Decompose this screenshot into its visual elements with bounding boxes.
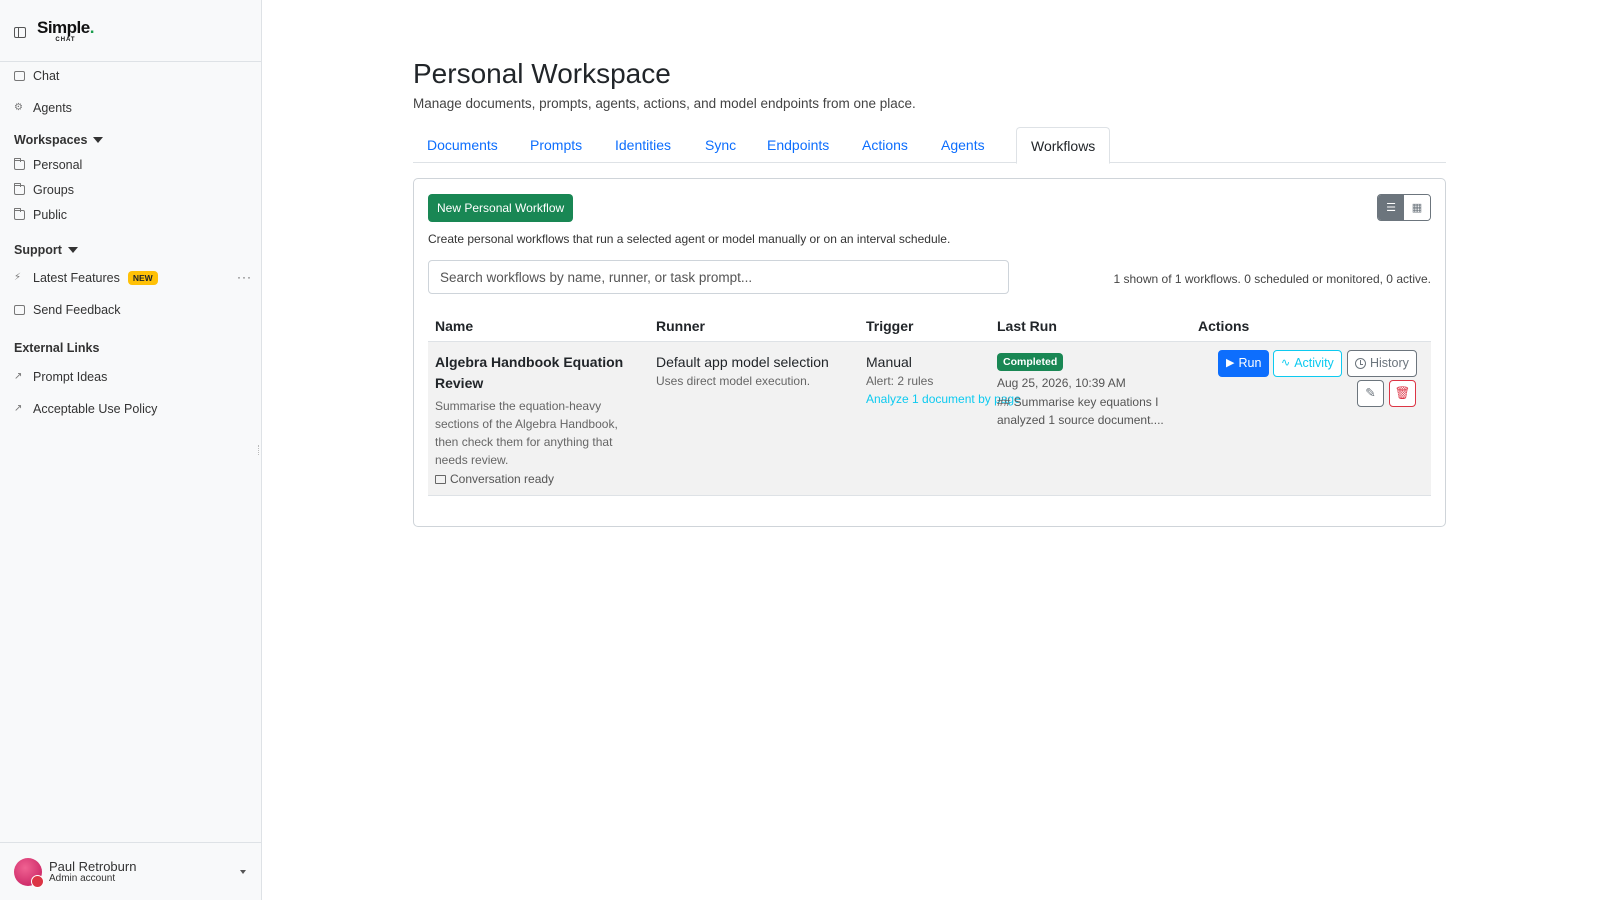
last-run-summary: ## Summarise key equations I analyzed 1 … (997, 395, 1164, 427)
tab-actions[interactable]: Actions (848, 127, 922, 163)
user-role: Admin account (49, 872, 116, 884)
status-badge: Completed (997, 353, 1064, 371)
folder-icon (14, 183, 25, 195)
view-toggle: ☰ ▦ (1377, 194, 1431, 221)
sidebar-item-label: Groups (33, 183, 74, 197)
workspace-tabs: Documents Prompts Identities Sync Endpoi… (413, 127, 1446, 164)
folder-icon (14, 208, 25, 220)
column-header: Name (435, 318, 474, 334)
sidebar-item-label: Send Feedback (33, 303, 121, 317)
list-view-icon[interactable]: ☰ (1378, 195, 1404, 220)
sidebar-item-groups[interactable]: Groups (14, 183, 74, 197)
user-name: Paul Retroburn (49, 858, 137, 874)
tab-identities[interactable]: Identities (601, 127, 685, 163)
user-menu[interactable]: Paul Retroburn Admin account (0, 842, 262, 900)
sidebar-item-personal[interactable]: Personal (14, 158, 82, 172)
tab-workflows[interactable]: Workflows (1016, 127, 1111, 164)
external-link-icon: ↗ (14, 371, 23, 382)
more-options-icon[interactable]: ··· (237, 270, 252, 284)
sidebar-item-send-feedback[interactable]: Send Feedback (14, 303, 121, 317)
name-cell: Algebra Handbook Equation Review Summari… (435, 352, 635, 486)
new-personal-workflow-button[interactable]: New Personal Workflow (428, 194, 574, 222)
runner-detail: Uses direct model execution. (656, 374, 811, 388)
search-input[interactable] (428, 260, 1009, 294)
sidebar-item-label: Acceptable Use Policy (33, 402, 158, 416)
caret-down-icon (93, 137, 104, 143)
caret-down-icon (67, 247, 78, 253)
page-subtitle: Manage documents, prompts, agents, actio… (413, 96, 916, 111)
activity-icon: ∿ (1281, 357, 1291, 369)
sidebar-brand: Simple. CHAT (0, 0, 261, 62)
chat-icon (14, 71, 25, 81)
agents-icon: ⚙ (14, 102, 23, 113)
external-links-heading: External Links (14, 341, 100, 355)
table-row: Algebra Handbook Equation Review Summari… (428, 342, 1431, 496)
edit-button[interactable]: ✎ (1357, 380, 1384, 407)
sidebar-item-label: Personal (33, 158, 83, 172)
tab-agents[interactable]: Agents (927, 127, 999, 163)
sidebar-item-label: Latest Features (33, 271, 120, 285)
column-header: Runner (656, 318, 705, 334)
lightning-icon: ⚡ (14, 272, 22, 283)
clock-icon (1355, 358, 1366, 369)
sidebar: Simple. CHAT Chat ⚙ Agents Workspaces Pe… (0, 0, 262, 900)
play-icon: ▶ (1226, 357, 1235, 369)
tab-documents[interactable]: Documents (413, 127, 512, 163)
workflow-name: Algebra Handbook Equation Review (435, 354, 624, 391)
sidebar-item-public[interactable]: Public (14, 208, 67, 222)
sidebar-item-chat[interactable]: Chat (14, 69, 59, 83)
activity-button[interactable]: ∿ Activity (1273, 350, 1342, 377)
history-button[interactable]: History (1347, 350, 1417, 377)
sidebar-toggle-icon[interactable] (14, 27, 26, 38)
avatar (14, 857, 44, 888)
workflows-card: New Personal Workflow ☰ ▦ Create persona… (413, 178, 1446, 527)
tab-sync[interactable]: Sync (691, 127, 750, 163)
app-logo[interactable]: Simple. CHAT (37, 18, 95, 43)
folder-icon (14, 158, 25, 170)
sidebar-item-label: Public (33, 208, 68, 222)
external-link-icon: ↗ (14, 403, 23, 414)
sidebar-item-label: Chat (33, 69, 60, 83)
table-header: Name Runner Trigger Last Run Actions (428, 310, 1431, 342)
workflow-description: Summarise the equation-heavy sections of… (435, 399, 618, 467)
workflows-table: Name Runner Trigger Last Run Actions Alg… (428, 310, 1431, 496)
run-button[interactable]: ▶ Run (1218, 350, 1270, 377)
last-run-cell: Completed Aug 25, 2026, 10:39 AM ## Summ… (997, 352, 1167, 429)
sidebar-item-latest-features[interactable]: ⚡ Latest Features NEW (14, 271, 158, 285)
sidebar-item-prompt-ideas[interactable]: ↗ Prompt Ideas (14, 370, 107, 384)
sidebar-item-acceptable-use-policy[interactable]: ↗ Acceptable Use Policy (14, 402, 157, 416)
chevron-down-icon[interactable] (240, 870, 246, 874)
sidebar-item-agents[interactable]: ⚙ Agents (14, 101, 72, 115)
page-title: Personal Workspace (413, 58, 671, 89)
last-run-date: Aug 25, 2026, 10:39 AM (997, 376, 1126, 390)
column-header: Trigger (866, 318, 914, 334)
workspaces-section-toggle[interactable]: Workspaces (14, 133, 104, 147)
feedback-icon (14, 305, 25, 315)
sidebar-resize-handle[interactable] (258, 445, 260, 455)
tab-prompts[interactable]: Prompts (516, 127, 596, 163)
new-badge: NEW (127, 271, 158, 285)
tab-endpoints[interactable]: Endpoints (753, 127, 843, 163)
column-header: Last Run (997, 318, 1057, 334)
delete-button[interactable]: 🗑 (1389, 380, 1416, 407)
workflows-description: Create personal workflows that run a sel… (428, 232, 951, 246)
support-section-toggle[interactable]: Support (14, 243, 78, 257)
sidebar-item-label: Prompt Ideas (33, 370, 108, 384)
pencil-icon: ✎ (1365, 386, 1376, 400)
runner-name: Default app model selection (656, 354, 829, 370)
grid-view-icon[interactable]: ▦ (1404, 195, 1430, 220)
sidebar-item-label: Agents (33, 101, 72, 115)
column-header: Actions (1198, 318, 1250, 334)
trash-icon: 🗑 (1394, 386, 1411, 400)
workflow-count: 1 shown of 1 workflows. 0 scheduled or m… (1113, 272, 1432, 286)
chat-icon (435, 474, 446, 484)
workflow-status: Conversation ready (435, 472, 635, 486)
runner-cell: Default app model selection Uses direct … (656, 352, 829, 388)
